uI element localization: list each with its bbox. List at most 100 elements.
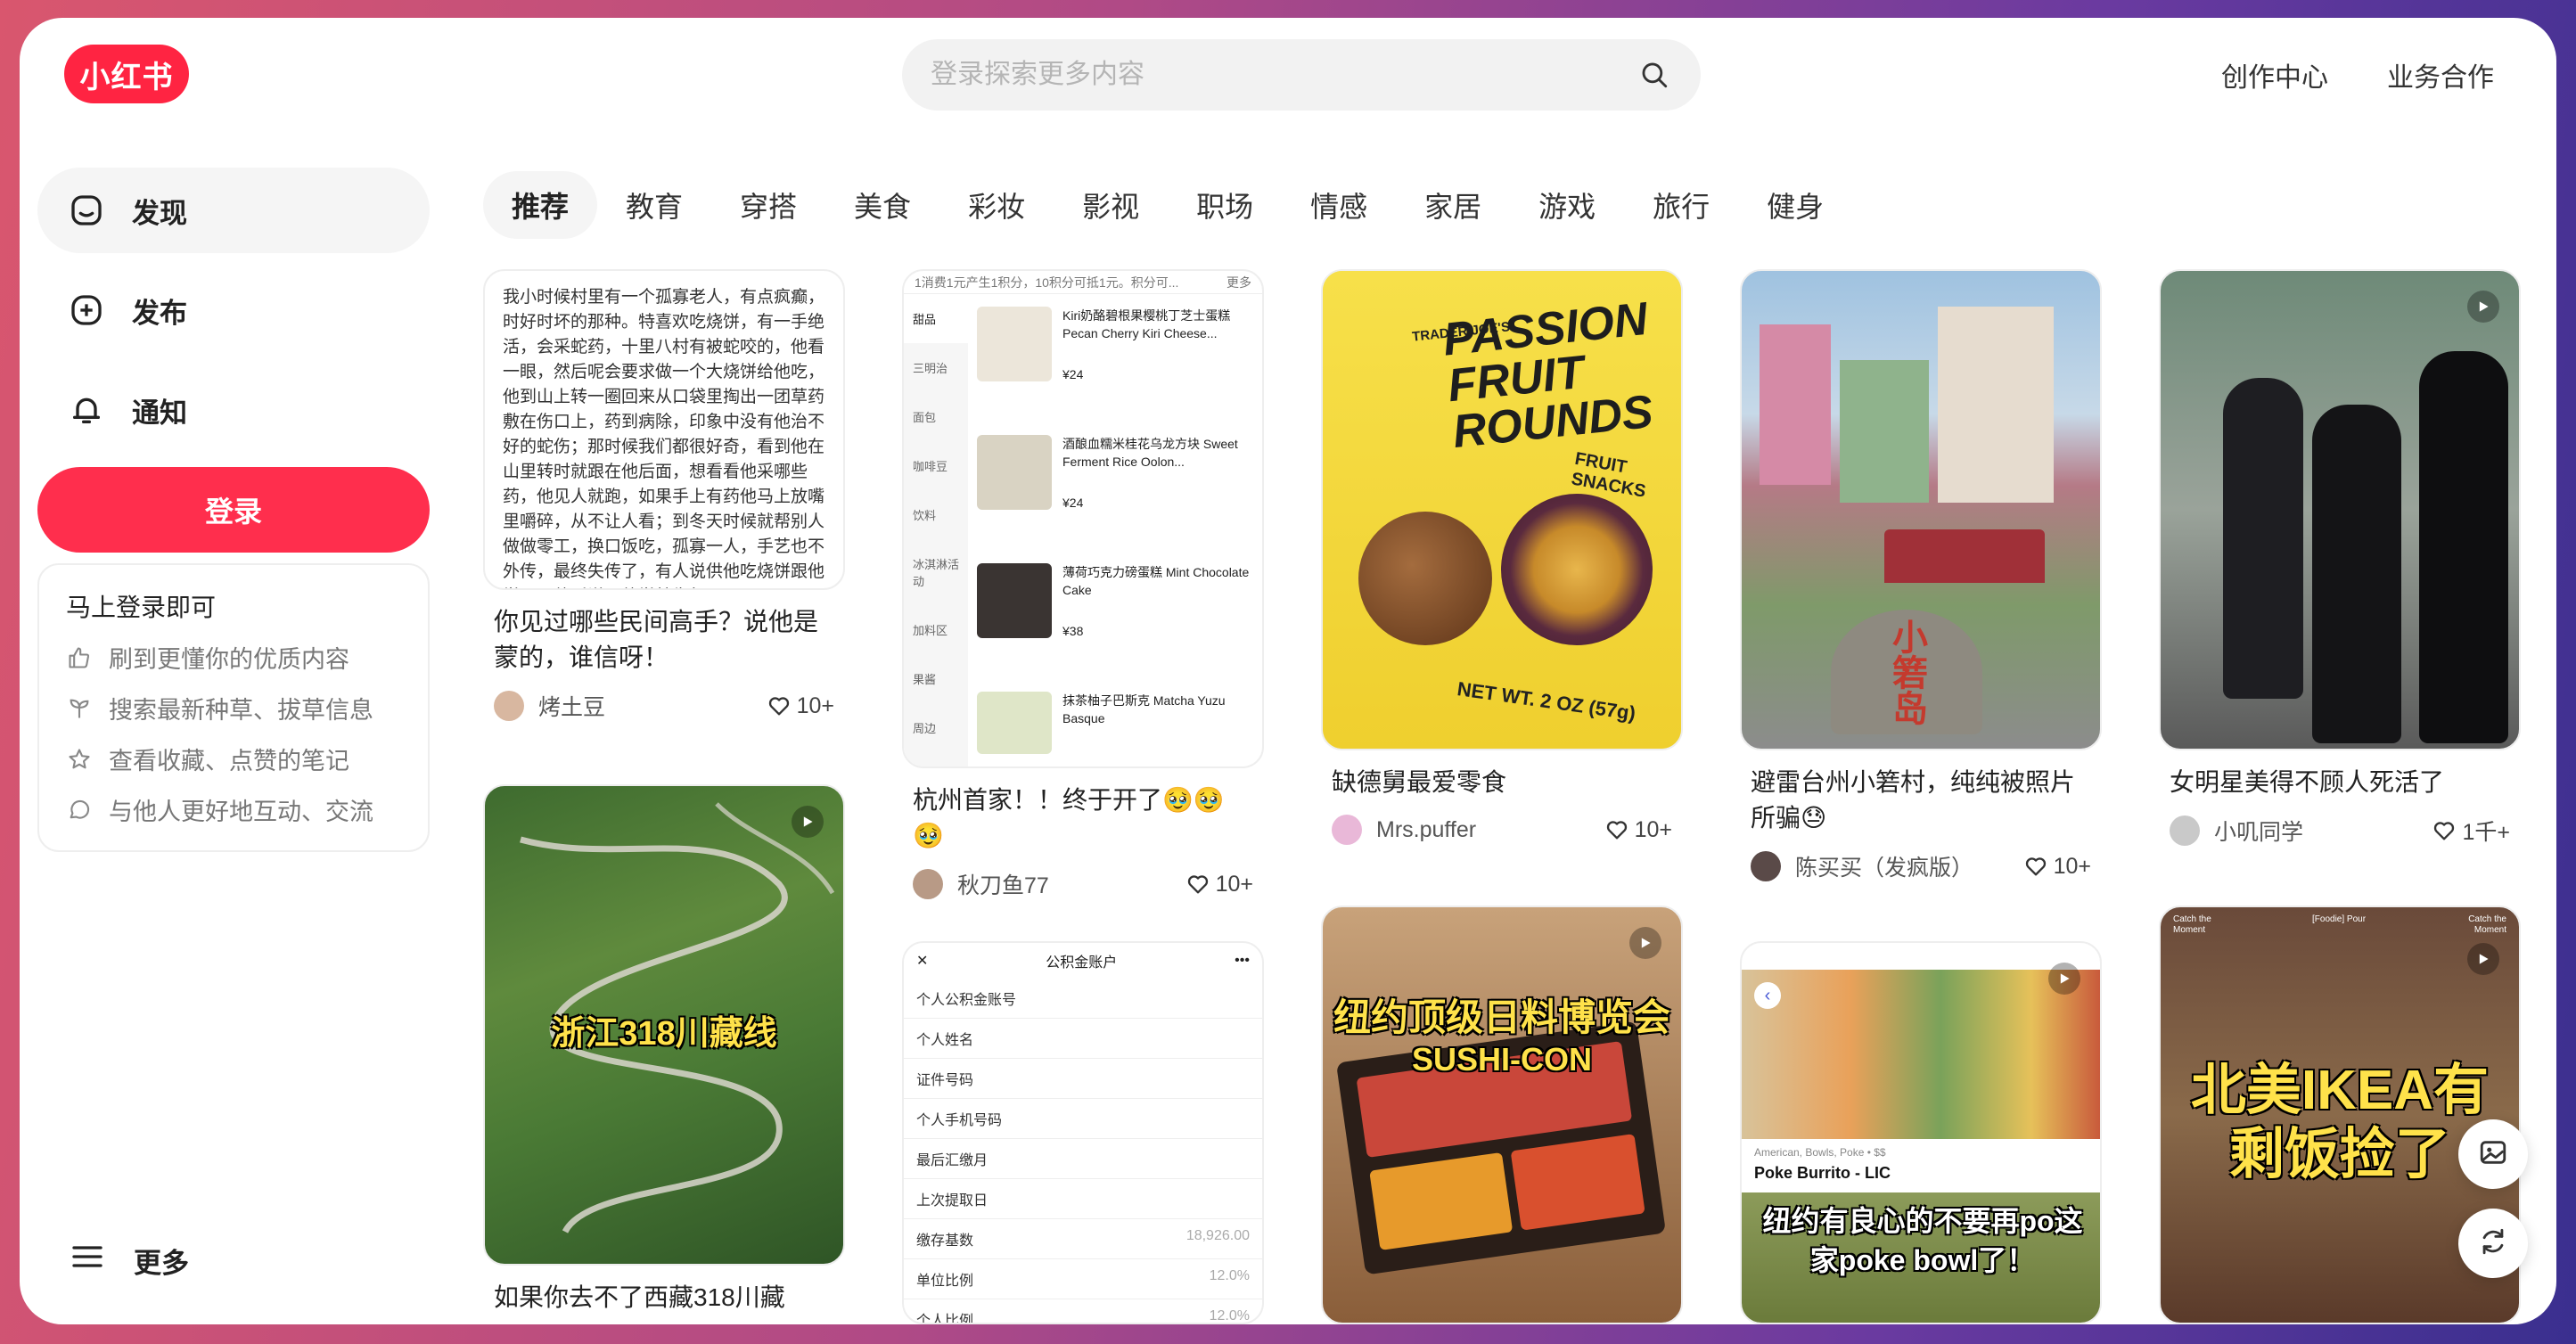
note-title[interactable]: 避雷台州小箬村，纯纯被照片所骗😓: [1740, 765, 2102, 836]
menu-item-name: 抹茶柚子巴斯克 Matcha Yuzu Basque: [1062, 693, 1226, 725]
login-button[interactable]: 登录: [37, 467, 430, 553]
note-cover[interactable]: 小箬岛: [1740, 269, 2102, 750]
note-cover[interactable]: ‹ American, Bowls, Poke • $$ Poke Burrit…: [1740, 941, 2102, 1324]
rock-sign: 小箬岛: [1831, 610, 1982, 734]
note-title[interactable]: 缺德舅最爱零食: [1321, 765, 1683, 800]
note-card[interactable]: 女明星美得不顾人死活了 小叽同学 1千+: [2159, 269, 2521, 847]
like-count[interactable]: 10+: [1185, 872, 1253, 897]
author-name[interactable]: 秋刀鱼77: [957, 868, 1185, 900]
note-card[interactable]: ✕ 公积金账户 ••• 个人公积金账号 个人姓名 证件号码 个人手机号码 最后汇…: [902, 941, 1264, 1324]
note-card[interactable]: ‹ American, Bowls, Poke • $$ Poke Burrit…: [1740, 941, 2102, 1324]
logo[interactable]: 小红书: [64, 45, 189, 103]
note-title[interactable]: 女明星美得不顾人死活了: [2159, 765, 2521, 800]
author-name[interactable]: 烤土豆: [538, 690, 767, 722]
author-name[interactable]: Mrs.puffer: [1376, 817, 1604, 843]
account-row-value: 12.0%: [1209, 1308, 1250, 1324]
account-header: ✕ 公积金账户 •••: [904, 943, 1262, 979]
sidebar-item-discover[interactable]: 发现: [37, 168, 430, 253]
corner-caption: [Foodie] Pour: [2312, 914, 2367, 924]
tab-outfit[interactable]: 穿搭: [711, 171, 825, 239]
tab-home[interactable]: 家居: [1396, 171, 1510, 239]
login-prompt-row: 搜索最新种草、拔草信息: [66, 691, 401, 725]
login-prompt-text: 与他人更好地互动、交流: [109, 799, 373, 825]
menu-item-price: ¥24: [1062, 496, 1084, 510]
note-card[interactable]: 纽约顶级日料博览会 SUSHI-CON: [1321, 906, 1683, 1324]
login-prompt-row: 与他人更好地互动、交流: [66, 792, 401, 827]
avatar[interactable]: [1332, 815, 1362, 845]
plus-square-icon: [68, 291, 105, 329]
tab-fitness[interactable]: 健身: [1738, 171, 1852, 239]
note-meta: 秋刀鱼77 10+: [902, 868, 1264, 900]
account-row: 单位比例 12.0%: [904, 1259, 1262, 1299]
note-card[interactable]: 浙江318川藏线 如果你去不了西藏318川藏: [483, 784, 845, 1315]
account-row-label: 个人比例: [916, 1314, 974, 1324]
cover-overlay-text: 浙江318川藏线: [551, 1015, 777, 1053]
tab-emotion[interactable]: 情感: [1282, 171, 1396, 239]
search-icon[interactable]: [1637, 57, 1672, 93]
corner-caption: Catch the Moment: [2173, 914, 2211, 935]
menu-more-text: 更多: [1226, 275, 1251, 290]
note-cover[interactable]: 纽约顶级日料博览会 SUSHI-CON: [1321, 906, 1683, 1324]
note-card[interactable]: TRADER JOE'S PASSION FRUIT ROUNDS FRUIT …: [1321, 269, 1683, 845]
poke-bowl-image: [1742, 970, 2100, 1139]
search-input[interactable]: [931, 60, 1637, 90]
menu-item-name: 酒酿血糯米桂花乌龙方块 Sweet Ferment Rice Oolon...: [1062, 437, 1238, 469]
login-prompt-text: 查看收藏、点赞的笔记: [109, 748, 349, 774]
note-cover[interactable]: [2159, 269, 2521, 750]
like-count[interactable]: 10+: [767, 693, 834, 719]
note-card[interactable]: 我小时候村里有一个孤寡老人，有点疯癫，时好时坏的那种。特喜欢吃烧饼，有一手绝活，…: [483, 269, 845, 722]
thumb-up-icon: [66, 644, 93, 671]
tab-career[interactable]: 职场: [1168, 171, 1282, 239]
business-link[interactable]: 业务合作: [2387, 55, 2494, 94]
note-card[interactable]: 小箬岛 避雷台州小箬村，纯纯被照片所骗😓 陈买买（发疯版） 10+: [1740, 269, 2102, 882]
heart-icon: [1187, 875, 1208, 894]
tab-education[interactable]: 教育: [597, 171, 711, 239]
tab-makeup[interactable]: 彩妆: [939, 171, 1054, 239]
video-play-icon: [2048, 963, 2080, 995]
back-arrow-icon: ‹: [1754, 982, 1781, 1009]
search-bar[interactable]: [902, 39, 1701, 111]
note-meta: Mrs.puffer 10+: [1321, 815, 1683, 845]
cover-overlay-text: 纽约顶级日料博览会: [1333, 996, 1670, 1038]
more-menu[interactable]: 更多: [70, 1239, 189, 1282]
sprout-icon: [66, 695, 93, 722]
tab-film[interactable]: 影视: [1054, 171, 1168, 239]
sidebar-item-publish[interactable]: 发布: [37, 267, 430, 353]
like-count[interactable]: 10+: [2023, 854, 2091, 880]
tab-food[interactable]: 美食: [825, 171, 939, 239]
note-cover[interactable]: 1消费1元产生1积分，10积分可抵1元。积分可... 更多 甜品 三明治 面包 …: [902, 269, 1264, 768]
note-card[interactable]: 1消费1元产生1积分，10积分可抵1元。积分可... 更多 甜品 三明治 面包 …: [902, 269, 1264, 900]
author-name[interactable]: 小叽同学: [2214, 815, 2432, 847]
sidebar-item-notifications[interactable]: 通知: [37, 367, 430, 453]
note-cover[interactable]: ✕ 公积金账户 ••• 个人公积金账号 个人姓名 证件号码 个人手机号码 最后汇…: [902, 941, 1264, 1324]
refresh-button[interactable]: [2458, 1209, 2528, 1278]
tab-recommend[interactable]: 推荐: [483, 171, 598, 239]
menu-item-price: ¥24: [1062, 367, 1084, 381]
like-count[interactable]: 1千+: [2432, 815, 2510, 847]
note-cover[interactable]: TRADER JOE'S PASSION FRUIT ROUNDS FRUIT …: [1321, 269, 1683, 750]
home-icon: [68, 192, 105, 229]
note-cover[interactable]: 浙江318川藏线: [483, 784, 845, 1266]
note-title[interactable]: 如果你去不了西藏318川藏: [483, 1280, 845, 1315]
top-links: 创作中心 业务合作: [2221, 55, 2494, 94]
avatar[interactable]: [913, 869, 943, 899]
tab-travel[interactable]: 旅行: [1624, 171, 1738, 239]
account-row: 个人公积金账号: [904, 979, 1262, 1019]
avatar[interactable]: [1751, 851, 1781, 881]
avatar[interactable]: [494, 691, 524, 721]
note-title[interactable]: 杭州首家！！终于开了🥹🥹🥹: [902, 783, 1264, 854]
product-text: PASSION FRUIT ROUNDS: [1440, 292, 1656, 459]
image-view-button[interactable]: [2458, 1119, 2528, 1189]
note-title[interactable]: 你见过哪些民间高手？说他是蒙的，谁信呀！: [483, 604, 845, 676]
account-row: 证件号码: [904, 1059, 1262, 1099]
author-name[interactable]: 陈买买（发疯版）: [1795, 850, 2023, 882]
creator-center-link[interactable]: 创作中心: [2221, 55, 2328, 94]
note-cover[interactable]: 我小时候村里有一个孤寡老人，有点疯癫，时好时坏的那种。特喜欢吃烧饼，有一手绝活，…: [483, 269, 845, 590]
avatar[interactable]: [2170, 815, 2200, 846]
cover-overlay-subtext: SUSHI-CON: [1411, 1041, 1592, 1078]
account-row-value: 18,926.00: [1185, 1228, 1250, 1243]
tab-games[interactable]: 游戏: [1510, 171, 1624, 239]
like-count[interactable]: 10+: [1604, 817, 1672, 843]
login-prompt-row: 查看收藏、点赞的笔记: [66, 742, 401, 776]
menu-items: Kiri奶酪碧根果樱桃丁芝士蛋糕 Pecan Cherry Kiri Chees…: [968, 294, 1262, 766]
